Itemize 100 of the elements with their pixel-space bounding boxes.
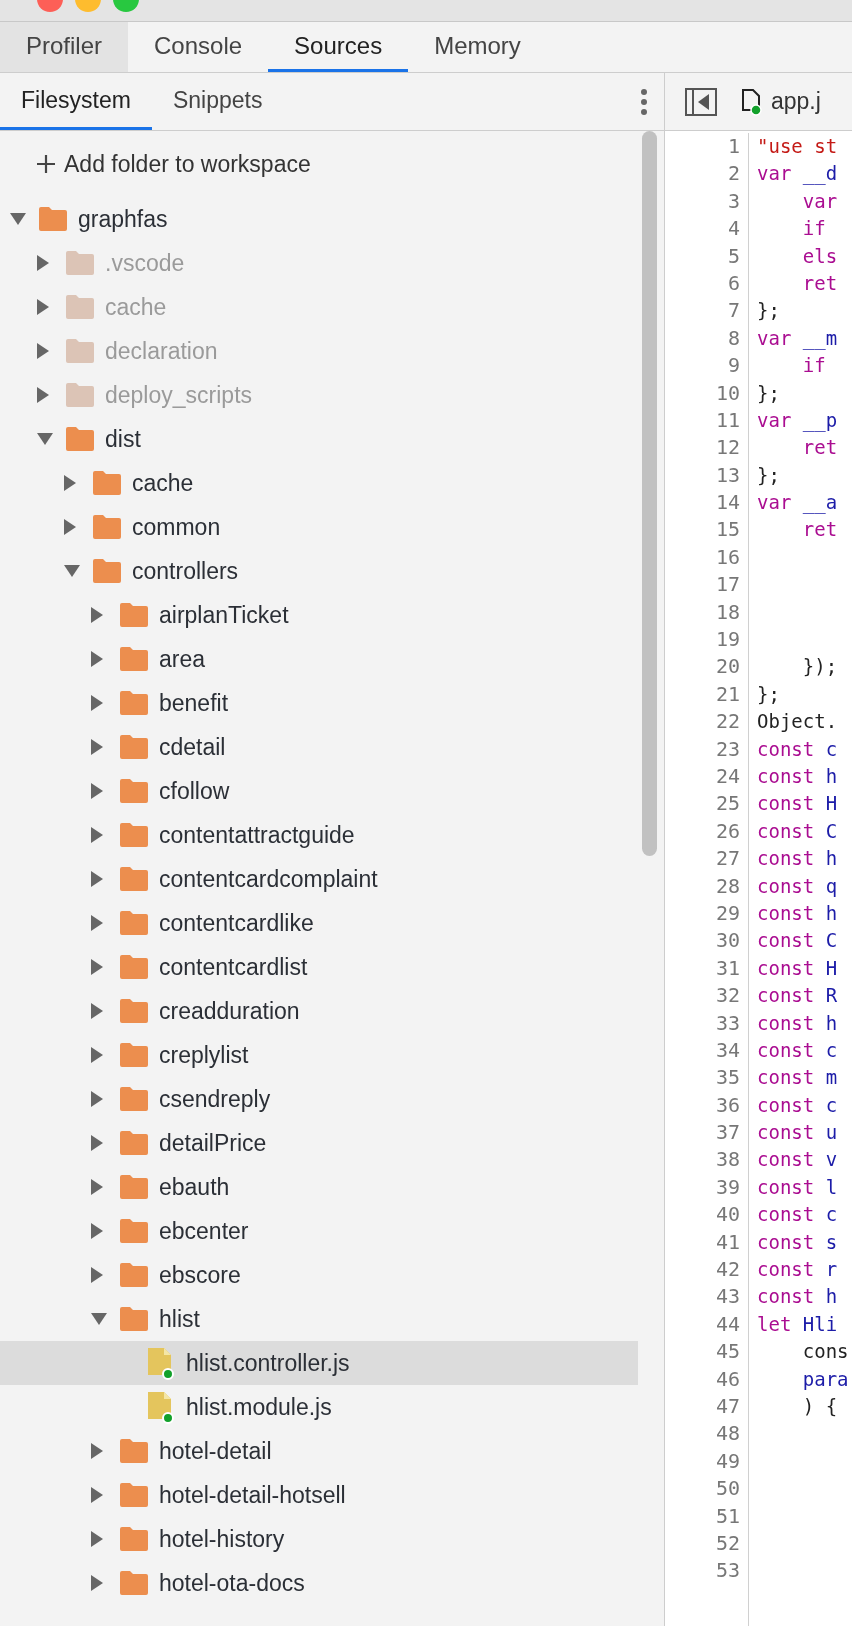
code-token: const xyxy=(757,1037,816,1063)
file-icon xyxy=(146,1346,176,1380)
more-options-icon xyxy=(641,88,647,115)
line-number: 43 xyxy=(714,1283,740,1311)
collapsed-arrow-icon xyxy=(91,1487,103,1503)
folder-tree-item[interactable]: hotel-detail-hotsell xyxy=(0,1473,638,1517)
line-number: 11 xyxy=(714,406,740,434)
line-number: 31 xyxy=(714,954,740,982)
folder-icon xyxy=(119,778,149,804)
file-tree-item[interactable]: hlist.module.js xyxy=(0,1385,638,1429)
code-token: __m xyxy=(802,325,838,352)
code-token: ret xyxy=(801,270,838,296)
code-token: const xyxy=(757,1065,816,1091)
folder-tree-item[interactable]: area xyxy=(0,637,638,681)
folder-tree-item[interactable]: dist xyxy=(0,417,638,461)
folder-tree-item[interactable]: contentcardcomplaint xyxy=(0,857,638,901)
toggle-navigator-button[interactable] xyxy=(685,87,717,116)
code-token: var xyxy=(757,325,793,351)
collapsed-arrow-icon xyxy=(37,255,49,271)
folder-tree-item[interactable]: hotel-history xyxy=(0,1517,638,1561)
line-number: 38 xyxy=(714,1146,740,1174)
line-number: 39 xyxy=(714,1173,740,1201)
code-token: Hli xyxy=(802,1311,838,1337)
folder-icon xyxy=(119,866,149,892)
folder-tree-item[interactable]: creplylist xyxy=(0,1033,638,1077)
scrollbar-thumb[interactable] xyxy=(642,131,657,856)
folder-tree-item[interactable]: cache xyxy=(0,461,638,505)
line-number: 22 xyxy=(714,708,740,736)
collapsed-arrow-icon xyxy=(91,607,103,623)
folder-tree-item[interactable]: contentattractguide xyxy=(0,813,638,857)
folder-tree-item[interactable]: hlist xyxy=(0,1297,638,1341)
folder-tree-item[interactable]: detailPrice xyxy=(0,1121,638,1165)
folder-icon xyxy=(119,910,149,936)
code-token: els xyxy=(801,243,838,269)
code-token: const xyxy=(757,791,816,817)
line-number: 45 xyxy=(714,1338,740,1366)
collapsed-arrow-icon xyxy=(91,739,103,755)
code-token: const xyxy=(757,955,816,981)
folder-icon xyxy=(65,426,95,452)
code-token: c xyxy=(825,1037,838,1063)
folder-tree-item[interactable]: contentcardlike xyxy=(0,901,638,945)
code-token: var xyxy=(757,161,793,187)
folder-tree-item[interactable]: airplanTicket xyxy=(0,593,638,637)
collapsed-arrow-icon xyxy=(91,871,103,887)
panel-tab[interactable]: Console xyxy=(128,22,269,72)
line-number: 24 xyxy=(714,763,740,790)
folder-icon xyxy=(119,1042,149,1068)
code-token: m xyxy=(825,1065,838,1091)
code-token: }; xyxy=(757,462,780,488)
folder-tree-item[interactable]: contentcardlist xyxy=(0,945,638,989)
file-icon xyxy=(741,87,763,116)
code-token: u xyxy=(825,1120,838,1146)
code-token: __d xyxy=(802,161,838,187)
folder-tree-item[interactable]: ebauth xyxy=(0,1165,638,1209)
folder-tree-item[interactable]: cdetail xyxy=(0,725,638,769)
folder-tree-item[interactable]: hotel-ota-docs xyxy=(0,1561,638,1605)
folder-tree-item[interactable]: ebscore xyxy=(0,1253,638,1297)
add-folder-button[interactable]: Add folder to workspace xyxy=(0,131,638,197)
panel-tab[interactable]: Profiler xyxy=(0,22,129,72)
code-token: }; xyxy=(757,298,780,324)
code-token: const xyxy=(757,928,816,954)
line-number: 52 xyxy=(714,1529,740,1557)
code-token: v xyxy=(825,1147,838,1173)
folder-icon xyxy=(92,514,122,540)
code-token: h xyxy=(825,846,838,872)
line-number: 36 xyxy=(714,1091,740,1119)
code-token: c xyxy=(825,1092,838,1118)
expanded-arrow-icon xyxy=(64,565,80,577)
line-number: 30 xyxy=(714,927,740,955)
navigator-tab[interactable]: Filesystem xyxy=(0,73,152,130)
folder-tree-item[interactable]: benefit xyxy=(0,681,638,725)
folder-icon xyxy=(119,646,149,672)
code-token: cons xyxy=(801,1339,849,1365)
folder-icon xyxy=(119,602,149,628)
folder-tree-item[interactable]: hotel-detail xyxy=(0,1429,638,1473)
plus-icon xyxy=(36,154,56,174)
collapsed-arrow-icon xyxy=(91,783,103,799)
code-token: const xyxy=(757,818,816,844)
folder-tree-item[interactable]: cfollow xyxy=(0,769,638,813)
folder-tree-item[interactable]: graphfas xyxy=(0,197,638,241)
collapsed-arrow-icon xyxy=(91,1135,103,1151)
folder-tree-item[interactable]: controllers xyxy=(0,549,638,593)
code-token: R xyxy=(825,983,838,1009)
code-token: s xyxy=(825,1229,838,1255)
code-token: h xyxy=(825,900,838,926)
code-token: const xyxy=(757,1257,816,1282)
folder-icon xyxy=(119,734,149,760)
line-number: 14 xyxy=(714,489,740,517)
code-token: H xyxy=(825,955,838,981)
code-token: var xyxy=(757,490,793,516)
folder-tree-item[interactable]: creadduration xyxy=(0,989,638,1033)
panel-tab[interactable]: Sources xyxy=(268,22,409,72)
code-token: const xyxy=(757,846,816,872)
folder-tree-item[interactable]: ebcenter xyxy=(0,1209,638,1253)
panel-tab[interactable]: Memory xyxy=(408,22,547,72)
navigator-tab[interactable]: Snippets xyxy=(151,73,284,130)
file-tree-item[interactable]: hlist.controller.js xyxy=(0,1341,638,1385)
folder-tree-item[interactable]: csendreply xyxy=(0,1077,638,1121)
folder-tree-item[interactable]: common xyxy=(0,505,638,549)
code-token: const xyxy=(757,1174,816,1200)
